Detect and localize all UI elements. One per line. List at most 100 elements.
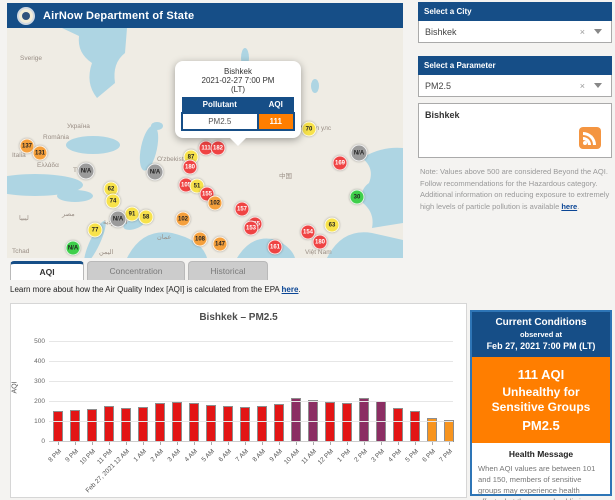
aqi-marker[interactable]: N/A	[110, 211, 127, 228]
chart-x-tick	[415, 442, 416, 445]
chart-x-tick	[228, 442, 229, 445]
chart-x-tick	[109, 442, 110, 445]
feed-city-label: Bishkek	[425, 110, 605, 120]
chart-bar[interactable]	[189, 403, 199, 442]
chart-bar[interactable]	[206, 405, 216, 442]
parameter-chevron-down-icon[interactable]	[594, 83, 602, 88]
aqi-chart: Bishkek – PM2.5 AQI 01002003004005008 PM…	[10, 303, 467, 498]
chart-x-tick	[75, 442, 76, 445]
chart-x-tick	[296, 442, 297, 445]
chart-bar[interactable]	[444, 420, 454, 442]
chart-y-tick: 100	[23, 418, 45, 425]
chart-y-tick: 400	[23, 358, 45, 365]
chart-bar[interactable]	[87, 409, 97, 442]
popup-city: Bishkek	[181, 67, 295, 76]
city-select[interactable]: Bishkek ×	[418, 21, 612, 43]
tab-concentration[interactable]: Concentration	[87, 261, 185, 280]
chart-x-tick	[313, 442, 314, 445]
aqi-marker[interactable]: 180	[313, 235, 328, 250]
map-place-label: 中国	[279, 170, 292, 180]
popup-pollutant-value: PM2.5	[182, 113, 258, 130]
popup-pollutant-header: Pollutant	[182, 97, 258, 113]
parameter-clear-icon[interactable]: ×	[580, 81, 585, 91]
aqi-marker[interactable]: N/A	[147, 164, 164, 181]
chart-y-tick: 0	[23, 438, 45, 445]
chart-gridline	[49, 421, 453, 422]
aqi-marker[interactable]: 102	[176, 212, 191, 227]
chart-x-tick	[432, 442, 433, 445]
aqi-marker[interactable]: N/A	[78, 163, 95, 180]
map-place-label: România	[43, 134, 69, 141]
dos-seal-icon	[17, 7, 35, 25]
aqi-marker[interactable]: 30	[350, 190, 365, 205]
chart-x-tick	[126, 442, 127, 445]
aqi-marker[interactable]: 157	[235, 202, 250, 217]
health-message-title: Health Message	[478, 449, 604, 459]
chart-bar[interactable]	[342, 403, 352, 442]
map-place-label: ليبيا	[19, 214, 29, 222]
app-header: AirNow Department of State	[7, 3, 403, 28]
aqi-marker[interactable]: N/A	[66, 241, 81, 256]
city-select-value: Bishkek	[425, 27, 457, 37]
chart-x-tick	[160, 442, 161, 445]
city-clear-icon[interactable]: ×	[580, 27, 585, 37]
chart-x-tick	[449, 442, 450, 445]
chart-bar[interactable]	[393, 408, 403, 442]
rss-icon[interactable]	[579, 127, 601, 149]
chart-bar[interactable]	[325, 402, 335, 442]
map-place-label: عمان	[157, 233, 171, 241]
tab-historical[interactable]: Historical	[188, 261, 268, 280]
parameter-select-value: PM2.5	[425, 81, 451, 91]
chart-bar[interactable]	[257, 406, 267, 442]
chart-x-tick	[92, 442, 93, 445]
aqi-category: Unhealthy for Sensitive Groups	[476, 385, 606, 415]
chart-bar[interactable]	[138, 407, 148, 442]
chart-bar[interactable]	[53, 411, 63, 442]
aqi-marker[interactable]: 153	[244, 221, 259, 236]
city-chevron-down-icon[interactable]	[594, 29, 602, 34]
aqi-marker[interactable]: 102	[208, 196, 223, 211]
observed-at-label: observed at	[474, 330, 608, 339]
aqi-marker[interactable]: 74	[106, 194, 121, 209]
chart-bar[interactable]	[223, 406, 233, 442]
note-link[interactable]: here	[561, 202, 577, 211]
aqi-marker[interactable]: N/A	[351, 145, 368, 162]
aqi-marker[interactable]: 108	[193, 232, 208, 247]
chart-bars	[53, 342, 454, 442]
aqi-marker[interactable]: 169	[333, 156, 348, 171]
aqi-marker[interactable]: 147	[213, 237, 228, 252]
aqi-value: 111 AQI	[476, 367, 606, 382]
aqi-parameter: PM2.5	[476, 418, 606, 433]
learn-more-after: .	[298, 285, 300, 294]
aqi-marker[interactable]: 131	[33, 146, 48, 161]
aqi-marker[interactable]: 161	[268, 240, 283, 255]
aqi-marker[interactable]: 58	[139, 210, 154, 225]
popup-table: Pollutant AQI PM2.5 111	[181, 97, 295, 131]
aqi-marker[interactable]: 63	[325, 218, 340, 233]
aqi-marker[interactable]: 77	[88, 223, 103, 238]
parameter-select[interactable]: PM2.5 ×	[418, 75, 612, 97]
current-conditions-panel: Current Conditions observed at Feb 27, 2…	[470, 310, 612, 496]
chart-y-axis-label: AQI	[12, 381, 19, 393]
map[interactable]: SverigeУкраїнаRomâniaItaliaΕλλάδαTürkiye…	[7, 28, 403, 258]
aqi-marker[interactable]: 182	[211, 141, 226, 156]
tab-aqi[interactable]: AQI	[10, 261, 84, 280]
popup-aqi-header: AQI	[258, 97, 295, 113]
chart-bar[interactable]	[172, 402, 182, 442]
chart-bar[interactable]	[104, 406, 114, 442]
chart-bar[interactable]	[70, 410, 80, 442]
chart-bar[interactable]	[121, 408, 131, 442]
learn-more-link[interactable]: here	[282, 285, 299, 294]
chart-x-tick	[381, 442, 382, 445]
aqi-marker[interactable]: 91	[125, 207, 140, 222]
parameter-select-header: Select a Parameter	[418, 56, 612, 75]
chart-bar[interactable]	[240, 407, 250, 442]
aqi-marker[interactable]: 70	[302, 122, 317, 137]
aqi-marker[interactable]: 180	[183, 160, 198, 175]
chart-x-tick	[58, 442, 59, 445]
chart-bar[interactable]	[274, 404, 284, 442]
popup-aqi-value: 111	[258, 113, 295, 130]
chart-bar[interactable]	[410, 411, 420, 442]
chart-bar[interactable]	[155, 403, 165, 442]
map-place-label: Sverige	[20, 55, 42, 62]
